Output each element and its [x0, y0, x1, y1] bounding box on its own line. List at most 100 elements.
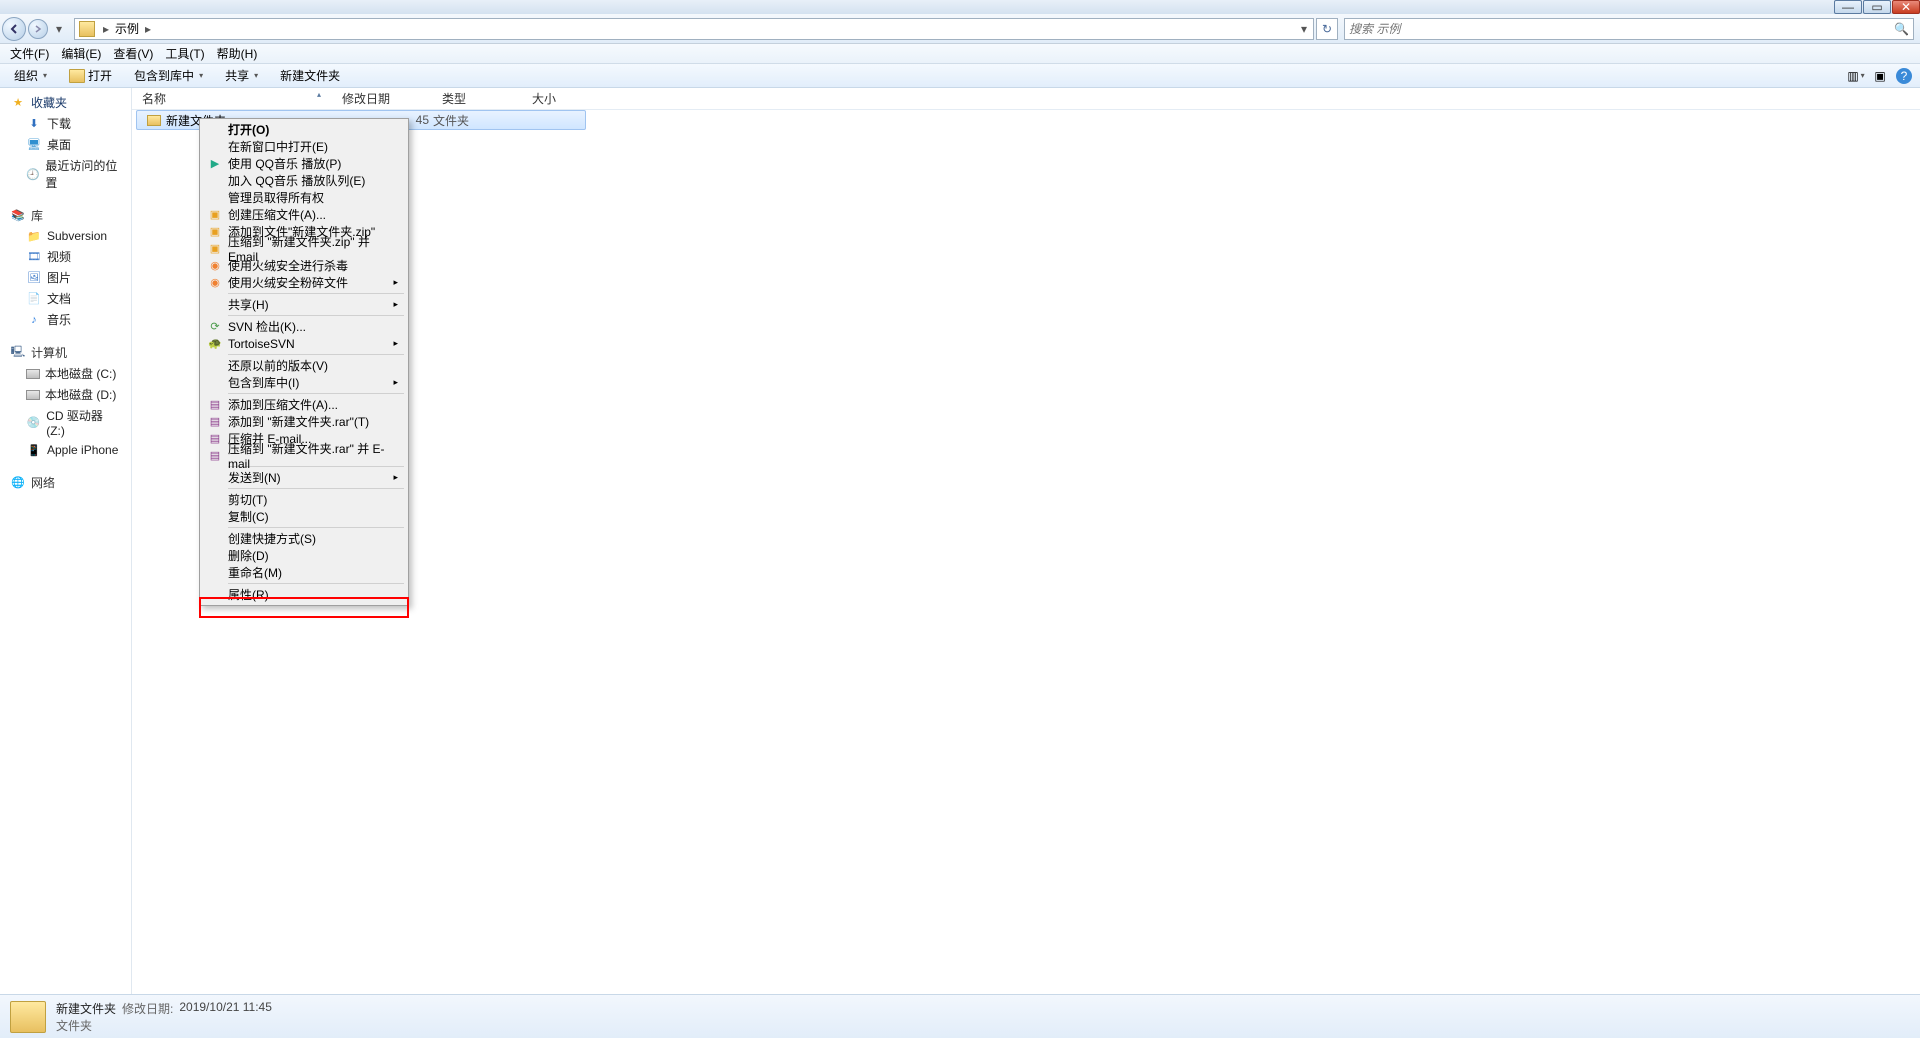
ctx-copy[interactable]: 复制(C) [202, 508, 406, 525]
search-icon[interactable]: 🔍 [1894, 22, 1909, 36]
breadcrumb-folder[interactable]: 示例 [113, 20, 141, 37]
svn-icon: ⟳ [207, 319, 223, 335]
ctx-label: 还原以前的版本(V) [228, 357, 328, 374]
sidebar-item-pictures[interactable]: 🖼图片 [0, 267, 131, 288]
sidebar-item-recent[interactable]: 🕘最近访问的位置 [0, 155, 131, 193]
sidebar-item-desktop[interactable]: 🖥桌面 [0, 134, 131, 155]
menu-edit[interactable]: 编辑(E) [55, 43, 107, 64]
picture-icon: 🖼 [26, 270, 42, 286]
zip-icon: ▣ [207, 224, 223, 240]
breadcrumb-arrow[interactable]: ▸ [99, 22, 113, 36]
col-date[interactable]: 修改日期 [332, 87, 432, 110]
tb-preview-pane[interactable]: ▣ [1872, 68, 1888, 84]
ctx-share[interactable]: 共享(H) [202, 296, 406, 313]
ctx-zip-email[interactable]: ▣压缩到 "新建文件夹.zip" 并 Email [202, 240, 406, 257]
ctx-restore-previous[interactable]: 还原以前的版本(V) [202, 357, 406, 374]
ctx-add-to-rar-named[interactable]: ▤添加到 "新建文件夹.rar"(T) [202, 413, 406, 430]
sidebar-computer[interactable]: 🖳计算机 [0, 342, 131, 363]
ctx-label: 打开(O) [228, 121, 269, 138]
sidebar-item-iphone[interactable]: 📱Apple iPhone [0, 440, 131, 460]
tb-view-options[interactable]: ▥ [1848, 68, 1864, 84]
ctx-huorong-shred[interactable]: ◉使用火绒安全粉碎文件 [202, 274, 406, 291]
drive-icon [26, 369, 40, 379]
ctx-separator [228, 354, 404, 355]
sidebar-item-subversion[interactable]: 📁Subversion [0, 226, 131, 246]
close-button[interactable]: ✕ [1892, 0, 1920, 14]
download-icon: ⬇ [26, 116, 42, 132]
ctx-qq-queue[interactable]: 加入 QQ音乐 播放队列(E) [202, 172, 406, 189]
ctx-rar-email-named[interactable]: ▤压缩到 "新建文件夹.rar" 并 E-mail [202, 447, 406, 464]
ctx-create-shortcut[interactable]: 创建快捷方式(S) [202, 530, 406, 547]
refresh-button[interactable]: ↻ [1316, 18, 1338, 40]
sidebar-item-label: 本地磁盘 (D:) [45, 386, 116, 403]
ctx-label: 删除(D) [228, 547, 269, 564]
col-size[interactable]: 大小 [522, 87, 582, 110]
back-button[interactable] [2, 17, 26, 41]
file-list-header: 名称 修改日期 类型 大小 [132, 88, 1920, 110]
ctx-properties[interactable]: 属性(R) [202, 586, 406, 603]
rar-icon: ▤ [207, 414, 223, 430]
maximize-button[interactable]: ▭ [1863, 0, 1891, 14]
subversion-icon: 📁 [26, 228, 42, 244]
ctx-rename[interactable]: 重命名(M) [202, 564, 406, 581]
ctx-tortoisesvn[interactable]: 🐢TortoiseSVN [202, 335, 406, 352]
forward-button[interactable] [28, 19, 48, 39]
sidebar-item-videos[interactable]: 🎞 视频 [0, 246, 131, 267]
sidebar-network[interactable]: 🌐网络 [0, 472, 131, 493]
nav-history-dropdown[interactable]: ▾ [50, 22, 68, 36]
tb-organize[interactable]: 组织 [8, 65, 53, 86]
rar-icon: ▤ [207, 397, 223, 413]
video-icon: 🎞 [26, 249, 42, 265]
ctx-cut[interactable]: 剪切(T) [202, 491, 406, 508]
ctx-delete[interactable]: 删除(D) [202, 547, 406, 564]
huorong-icon: ◉ [207, 258, 223, 274]
drive-icon [26, 390, 40, 400]
breadcrumb-arrow[interactable]: ▸ [141, 22, 155, 36]
ctx-label: 发送到(N) [228, 469, 281, 486]
breadcrumb-dropdown[interactable]: ▾ [1295, 22, 1313, 36]
sidebar-item-documents[interactable]: 📄文档 [0, 288, 131, 309]
col-name[interactable]: 名称 [132, 87, 332, 110]
sidebar-item-drive-d[interactable]: 本地磁盘 (D:) [0, 384, 131, 405]
ctx-svn-checkout[interactable]: ⟳SVN 检出(K)... [202, 318, 406, 335]
sidebar-item-label: 视频 [47, 248, 71, 265]
tb-share[interactable]: 共享 [219, 65, 264, 86]
ctx-huorong-scan[interactable]: ◉使用火绒安全进行杀毒 [202, 257, 406, 274]
computer-icon: 🖳 [10, 345, 26, 361]
sidebar-libraries[interactable]: 📚库 [0, 205, 131, 226]
tb-new-folder[interactable]: 新建文件夹 [274, 65, 346, 86]
menu-tools[interactable]: 工具(T) [159, 43, 210, 64]
sidebar-item-cd-drive[interactable]: 💿CD 驱动器 (Z:) [0, 405, 131, 440]
rar-icon: ▤ [207, 448, 223, 464]
sidebar-item-drive-c[interactable]: 本地磁盘 (C:) [0, 363, 131, 384]
sidebar-favorites[interactable]: ★收藏夹 [0, 92, 131, 113]
tb-include-in-library[interactable]: 包含到库中 [128, 65, 209, 86]
ctx-add-to-rar[interactable]: ▤添加到压缩文件(A)... [202, 396, 406, 413]
ctx-label: 重命名(M) [228, 564, 282, 581]
sidebar-item-music[interactable]: ♪音乐 [0, 309, 131, 330]
ctx-qq-play[interactable]: ▶使用 QQ音乐 播放(P) [202, 155, 406, 172]
ctx-include-in-library[interactable]: 包含到库中(I) [202, 374, 406, 391]
menu-view[interactable]: 查看(V) [107, 43, 159, 64]
ctx-open-new-window[interactable]: 在新窗口中打开(E) [202, 138, 406, 155]
ctx-label: 在新窗口中打开(E) [228, 138, 328, 155]
tb-open[interactable]: 打开 [63, 65, 118, 86]
ctx-create-zip[interactable]: ▣创建压缩文件(A)... [202, 206, 406, 223]
menu-help[interactable]: 帮助(H) [211, 43, 264, 64]
ctx-label: 加入 QQ音乐 播放队列(E) [228, 172, 365, 189]
star-icon: ★ [10, 95, 26, 111]
huorong-icon: ◉ [207, 275, 223, 291]
minimize-button[interactable]: — [1834, 0, 1862, 14]
tb-help[interactable]: ? [1896, 68, 1912, 84]
menu-file[interactable]: 文件(F) [4, 43, 55, 64]
ctx-open[interactable]: 打开(O) [202, 121, 406, 138]
breadcrumb[interactable]: ▸ 示例 ▸ ▾ [74, 18, 1314, 40]
ctx-send-to[interactable]: 发送到(N) [202, 469, 406, 486]
file-type: 文件夹 [433, 114, 469, 128]
ctx-admin-ownership[interactable]: 管理员取得所有权 [202, 189, 406, 206]
search-box[interactable]: 🔍 [1344, 18, 1914, 40]
search-input[interactable] [1349, 22, 1894, 36]
sidebar-libraries-label: 库 [31, 207, 43, 224]
col-type[interactable]: 类型 [432, 87, 522, 110]
sidebar-item-downloads[interactable]: ⬇下载 [0, 113, 131, 134]
